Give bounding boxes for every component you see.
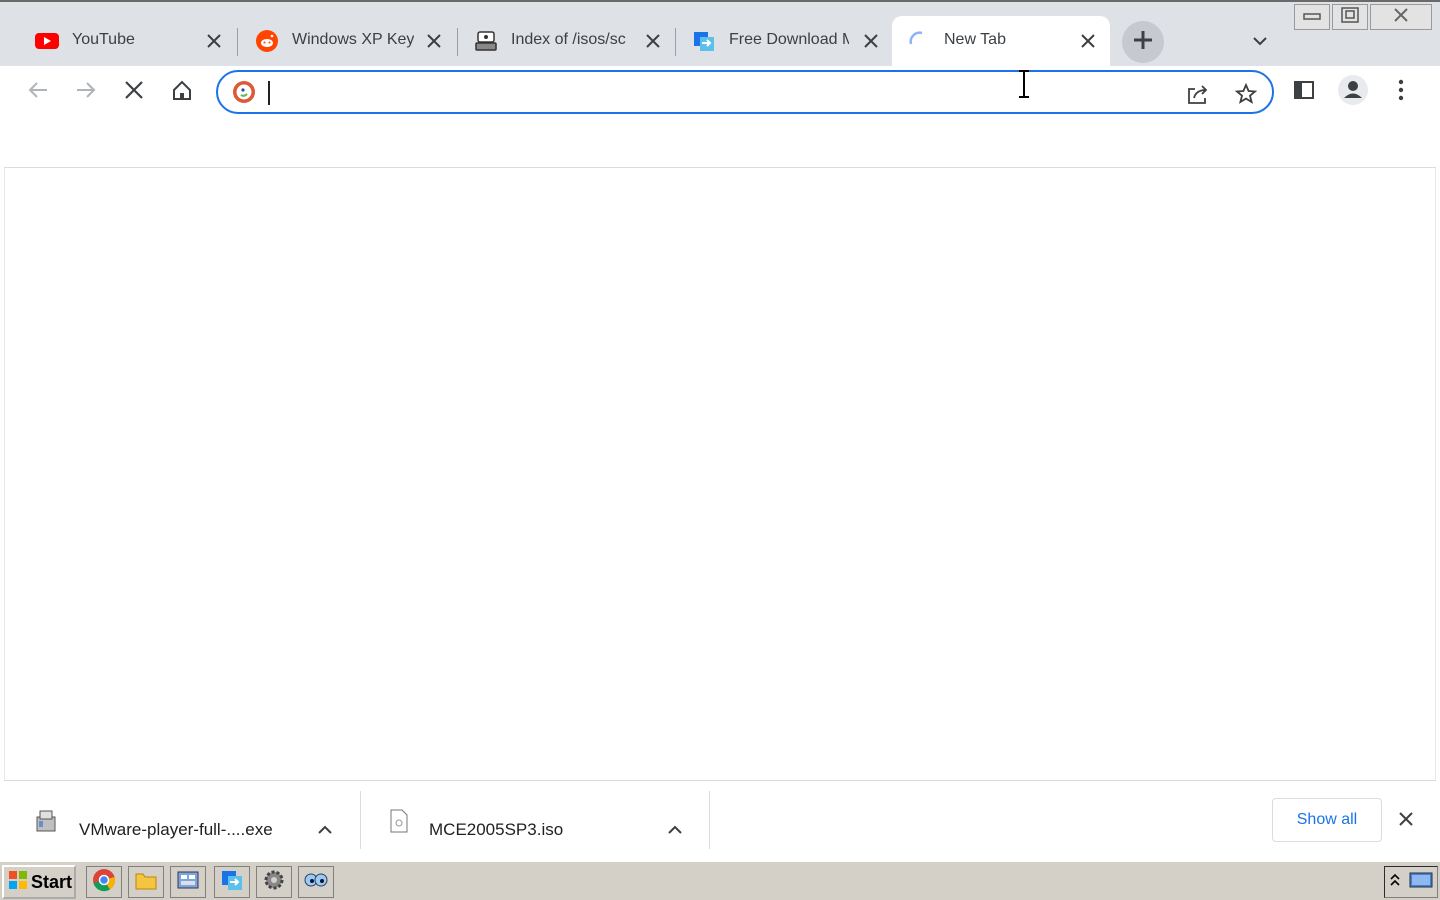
- folder-icon: [134, 869, 158, 896]
- text-caret: [268, 81, 270, 105]
- chrome-icon: [92, 868, 116, 897]
- home-button[interactable]: [166, 76, 198, 108]
- back-arrow-icon: [27, 80, 49, 105]
- gear-icon: [262, 868, 286, 897]
- download-item[interactable]: VMware-player-full-....exe: [4, 791, 360, 849]
- download-filename: VMware-player-full-....exe: [79, 820, 273, 839]
- minimize-button[interactable]: [1294, 4, 1330, 30]
- share-icon[interactable]: [1184, 80, 1212, 108]
- download-manager-icon: [691, 28, 717, 54]
- browser-toolbar: [4, 66, 1436, 118]
- bookmark-star-icon[interactable]: [1232, 80, 1260, 108]
- side-panel-icon: [1293, 80, 1315, 105]
- avatar-icon: [1337, 74, 1369, 111]
- tab-index-isos[interactable]: Index of /isos/sc: [439, 16, 675, 68]
- plus-icon: [1132, 29, 1154, 56]
- stop-button[interactable]: [118, 76, 150, 108]
- bookmarks-bar: [4, 118, 1436, 168]
- close-tab-icon[interactable]: [1076, 29, 1100, 53]
- download-manager-icon: [220, 868, 244, 897]
- file-icon: [389, 809, 413, 835]
- eyes-icon: [303, 871, 329, 894]
- download-filename: MCE2005SP3.iso: [429, 820, 564, 839]
- chevron-up-icon[interactable]: [662, 817, 688, 843]
- tab-label: New Tab: [944, 31, 1006, 48]
- tab-free-download-manager[interactable]: Free Download M: [657, 16, 893, 68]
- restore-button[interactable]: [1332, 4, 1368, 30]
- chevron-up-icon[interactable]: [312, 817, 338, 843]
- explorer-taskbar-button[interactable]: [128, 866, 164, 898]
- control-panel-taskbar-button[interactable]: [170, 866, 206, 898]
- tab-label: Windows XP Key: [292, 31, 414, 48]
- start-button[interactable]: Start: [2, 865, 76, 899]
- kebab-menu-icon: [1398, 79, 1404, 106]
- close-icon: [1392, 7, 1410, 28]
- address-input[interactable]: [268, 78, 1168, 106]
- youtube-icon: [34, 28, 60, 54]
- page-content: [4, 168, 1436, 780]
- chrome-taskbar-button[interactable]: [86, 866, 122, 898]
- settings-taskbar-button[interactable]: [256, 866, 292, 898]
- download-manager-taskbar-button[interactable]: [214, 866, 250, 898]
- control-panel-icon: [176, 869, 200, 896]
- stop-icon: [124, 80, 144, 105]
- mouse-ibeam-cursor-icon: [1016, 70, 1032, 98]
- tab-search-button[interactable]: [1246, 28, 1274, 56]
- chevron-down-icon: [1252, 33, 1268, 51]
- reddit-icon: [254, 28, 280, 54]
- server-icon: [473, 28, 499, 54]
- tab-reddit[interactable]: Windows XP Key: [220, 16, 456, 68]
- tab-label: YouTube: [72, 31, 135, 48]
- forward-arrow-icon: [75, 80, 97, 105]
- download-item[interactable]: MCE2005SP3.iso: [361, 791, 709, 849]
- window-close-button[interactable]: [1370, 4, 1432, 30]
- new-tab-button[interactable]: [1122, 21, 1164, 63]
- media-taskbar-button[interactable]: [298, 866, 334, 898]
- home-icon: [171, 79, 193, 106]
- network-icon[interactable]: [1409, 871, 1433, 894]
- close-tab-icon[interactable]: [859, 29, 883, 53]
- system-tray: [1384, 866, 1438, 898]
- tray-expand-icon[interactable]: [1389, 873, 1400, 892]
- side-panel-button[interactable]: [1288, 76, 1320, 108]
- loading-spinner-icon: [906, 28, 932, 54]
- start-label: Start: [31, 871, 73, 892]
- forward-button[interactable]: [70, 76, 102, 108]
- tab-label: Index of /isos/sc: [511, 31, 626, 48]
- duckduckgo-icon: [232, 80, 256, 104]
- menu-button[interactable]: [1385, 76, 1417, 108]
- tab-label: Free Download M: [729, 31, 849, 48]
- taskbar: Start: [0, 860, 1440, 900]
- installer-icon: [34, 809, 58, 835]
- minimize-icon: [1303, 8, 1321, 26]
- windows-logo-icon: [8, 870, 28, 895]
- tab-strip: YouTube Windows XP Key Index of /isos/sc…: [0, 0, 1440, 68]
- show-all-button[interactable]: Show all: [1272, 798, 1382, 842]
- close-shelf-button[interactable]: [1392, 807, 1420, 835]
- download-separator: [709, 791, 710, 849]
- restore-icon: [1341, 6, 1359, 28]
- tab-new-tab[interactable]: New Tab: [892, 16, 1110, 68]
- profile-button[interactable]: [1337, 74, 1369, 111]
- close-icon: [1398, 811, 1414, 832]
- download-shelf: VMware-player-full-....exe MCE2005SP3.is…: [4, 780, 1436, 858]
- back-button[interactable]: [22, 76, 54, 108]
- address-bar[interactable]: [216, 70, 1274, 114]
- tab-youtube[interactable]: YouTube: [0, 16, 236, 68]
